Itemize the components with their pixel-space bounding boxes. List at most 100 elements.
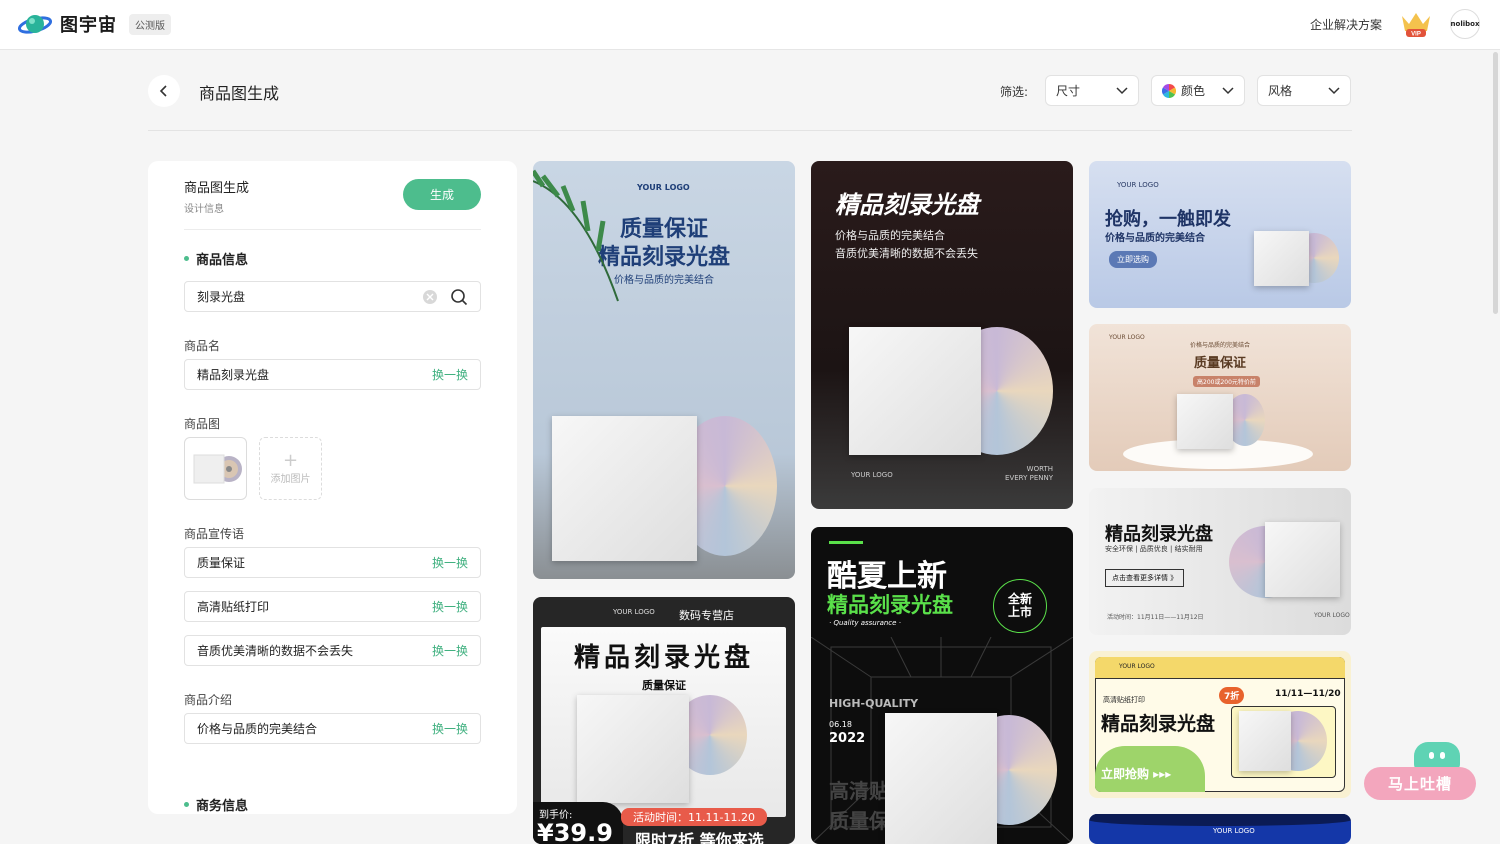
card-subtitle: 价格与品质的完美结合: [1105, 233, 1205, 244]
scrollbar[interactable]: [1493, 52, 1498, 314]
section-business-label: 商务信息: [196, 799, 249, 814]
product-image-thumbnail[interactable]: [184, 437, 247, 500]
generate-button[interactable]: 生成: [403, 179, 481, 210]
card-bg-text: 高清贴: [829, 779, 889, 803]
vip-text: VIP: [1411, 32, 1421, 38]
card-buy-button: 立即选购: [1109, 251, 1157, 268]
product-name-value: 精品刻录光盘: [197, 368, 270, 382]
filter-label: 筛选:: [1000, 85, 1029, 99]
slogan-value: 质量保证: [197, 556, 246, 570]
card-store: 数码专营店: [679, 609, 734, 622]
card-title: 精品刻录光盘: [827, 593, 953, 617]
card-subtitle: 质量保证: [642, 679, 686, 692]
filter-color-select[interactable]: 颜色: [1151, 75, 1245, 106]
card-title: 质量保证: [1193, 356, 1246, 371]
template-card-2[interactable]: 精品刻录光盘 价格与品质的完美结合 音质优美清晰的数据不会丢失 YOUR LOG…: [811, 161, 1073, 509]
cd-sleeve: [1177, 394, 1233, 449]
template-card-5[interactable]: YOUR LOGO 数码专营店 精品刻录光盘 质量保证 到手价: ¥39.9 活…: [533, 597, 795, 844]
feedback-button[interactable]: 马上吐槽: [1364, 767, 1476, 800]
enterprise-solutions-link[interactable]: 企业解决方案: [1310, 16, 1382, 33]
cd-sleeve: [849, 327, 981, 455]
card-arc: [1089, 814, 1351, 826]
template-card-9[interactable]: YOUR LOGO: [1089, 814, 1351, 844]
card-title: 抢购，一触即发: [1105, 209, 1231, 230]
product-name-label: 商品名: [184, 339, 221, 353]
card-logo: YOUR LOGO: [1117, 181, 1159, 189]
section-product-label: 商品信息: [196, 253, 249, 268]
card-line: 价格与品质的完美结合: [835, 229, 945, 242]
template-card-3[interactable]: YOUR LOGO 抢购，一触即发 价格与品质的完美结合 立即选购: [1089, 161, 1351, 308]
card-quality: · Quality assurance ·: [829, 619, 901, 627]
avatar[interactable]: nolibox: [1450, 9, 1480, 39]
search-value: 刻录光盘: [197, 290, 246, 304]
card-logo: YOUR LOGO: [851, 471, 893, 479]
template-card-8[interactable]: YOUR LOGO 高清贴纸打印 精品刻录光盘 立即抢购 ▸▸▸ 7折 11/1…: [1089, 651, 1351, 798]
page-title: 商品图生成: [199, 84, 280, 103]
panel-divider: [184, 229, 481, 230]
panel-subtitle: 设计信息: [184, 204, 224, 215]
section-business-info: 商务信息: [184, 795, 248, 814]
promo-text: 限时7折 等你来选: [635, 831, 764, 844]
price-value: ¥39.9: [537, 819, 613, 844]
new-badge: 全新上市: [993, 579, 1047, 633]
clear-icon[interactable]: [422, 289, 438, 305]
back-button[interactable]: [148, 75, 180, 107]
card-discount: 7折: [1219, 687, 1245, 704]
planet-logo-icon: [18, 15, 52, 34]
filter-size-select[interactable]: 尺寸: [1045, 75, 1139, 106]
filter-style-select[interactable]: 风格: [1257, 75, 1351, 106]
card-line: 音质优美清晰的数据不会丢失: [835, 247, 978, 260]
swap-button[interactable]: 换一换: [432, 598, 468, 615]
template-card-6[interactable]: 酷夏上新 精品刻录光盘 · Quality assurance · 全新上市 H…: [811, 527, 1073, 844]
cd-sleeve: [885, 713, 997, 844]
intro-field[interactable]: 价格与品质的完美结合 换一换: [184, 713, 481, 744]
slogan-field-3[interactable]: 音质优美清晰的数据不会丢失 换一换: [184, 635, 481, 666]
chevron-down-icon: [1222, 86, 1234, 94]
card-detail-button: 点击查看更多详情 》: [1105, 569, 1185, 587]
slogan-label: 商品宣传语: [184, 527, 245, 541]
accent-bar: [829, 541, 863, 544]
vip-crown-icon[interactable]: VIP: [1400, 10, 1432, 38]
product-search-input[interactable]: 刻录光盘: [184, 281, 481, 312]
card-title: 精品刻录光盘: [1101, 713, 1216, 735]
card-hq: HIGH-QUALITY: [829, 697, 919, 710]
cd-sleeve: [552, 416, 697, 561]
add-image-label: 添加图片: [270, 474, 311, 485]
filter-color-label: 颜色: [1181, 84, 1206, 98]
card-subtitle: 安全环保 | 品质优良 | 结实耐用: [1105, 545, 1203, 553]
intro-label: 商品介绍: [184, 693, 233, 707]
swap-button[interactable]: 换一换: [432, 366, 468, 383]
section-dot: [184, 256, 189, 261]
intro-value: 价格与品质的完美结合: [197, 722, 318, 736]
add-image-button[interactable]: + 添加图片: [259, 437, 322, 500]
swap-button[interactable]: 换一换: [432, 642, 468, 659]
card-logo: YOUR LOGO: [637, 183, 690, 192]
product-name-field[interactable]: 精品刻录光盘 换一换: [184, 359, 481, 390]
beta-badge: 公测版: [129, 13, 171, 35]
template-card-4[interactable]: YOUR LOGO 价格与品质的完美结合 质量保证 高200或200元特价前: [1089, 324, 1351, 471]
card-title: 精品刻录光盘: [573, 643, 754, 673]
cd-product-image: [193, 454, 242, 483]
slogan-field-1[interactable]: 质量保证 换一换: [184, 547, 481, 578]
card-worth: WORTH: [1026, 465, 1053, 473]
slogan-field-2[interactable]: 高清贴纸打印 换一换: [184, 591, 481, 622]
card-tag: 高200或200元特价前: [1193, 376, 1260, 387]
brand-name: 图宇宙: [60, 15, 117, 36]
brand[interactable]: 图宇宙 公测版: [18, 11, 171, 37]
top-bar: 图宇宙 公测版 企业解决方案 VIP nolibox: [0, 0, 1500, 50]
template-card-1[interactable]: YOUR LOGO 质量保证 精品刻录光盘 价格与品质的完美结合: [533, 161, 795, 579]
swap-button[interactable]: 换一换: [432, 554, 468, 571]
cd-sleeve: [1254, 231, 1309, 286]
search-icon[interactable]: [450, 288, 468, 306]
product-image-label: 商品图: [184, 417, 221, 431]
chevron-left-icon: [159, 85, 167, 97]
card-logo: YOUR LOGO: [1314, 612, 1350, 619]
chevron-down-icon: [1116, 86, 1128, 94]
panel-title: 商品图生成: [184, 181, 250, 196]
chevron-down-icon: [1328, 86, 1340, 94]
swap-button[interactable]: 换一换: [432, 720, 468, 737]
template-card-7[interactable]: 精品刻录光盘 安全环保 | 品质优良 | 结实耐用 点击查看更多详情 》 活动时…: [1089, 488, 1351, 635]
slogan-value: 音质优美清晰的数据不会丢失: [197, 644, 354, 658]
cd-sleeve: [1239, 711, 1291, 771]
badge-text: 全新上市: [1007, 592, 1032, 619]
